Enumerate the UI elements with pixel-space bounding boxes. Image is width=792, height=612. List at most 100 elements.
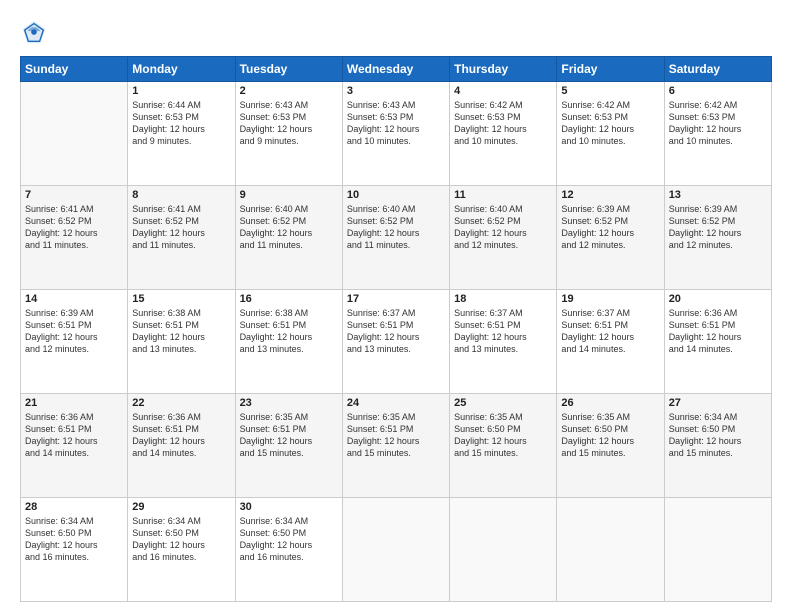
day-number: 7: [25, 189, 123, 201]
calendar-cell: [342, 498, 449, 602]
day-info: Sunrise: 6:37 AMSunset: 6:51 PMDaylight:…: [347, 307, 445, 356]
calendar-cell: 8 Sunrise: 6:41 AMSunset: 6:52 PMDaylight…: [128, 186, 235, 290]
day-header-monday: Monday: [128, 57, 235, 82]
calendar-cell: [664, 498, 771, 602]
day-info: Sunrise: 6:38 AMSunset: 6:51 PMDaylight:…: [132, 307, 230, 356]
calendar-cell: 2 Sunrise: 6:43 AMSunset: 6:53 PMDaylight…: [235, 82, 342, 186]
calendar-cell: 28 Sunrise: 6:34 AMSunset: 6:50 PMDayligh…: [21, 498, 128, 602]
calendar-cell: 24 Sunrise: 6:35 AMSunset: 6:51 PMDayligh…: [342, 394, 449, 498]
day-info: Sunrise: 6:39 AMSunset: 6:52 PMDaylight:…: [669, 203, 767, 252]
day-number: 2: [240, 85, 338, 97]
calendar-week-1: 1 Sunrise: 6:44 AMSunset: 6:53 PMDaylight…: [21, 82, 772, 186]
day-header-saturday: Saturday: [664, 57, 771, 82]
calendar-cell: 11Sunrise: 6:40 AMSunset: 6:52 PMDayligh…: [450, 186, 557, 290]
day-header-thursday: Thursday: [450, 57, 557, 82]
day-number: 30: [240, 501, 338, 513]
day-info: Sunrise: 6:35 AMSunset: 6:50 PMDaylight:…: [561, 411, 659, 460]
day-number: 26: [561, 397, 659, 409]
day-info: Sunrise: 6:42 AMSunset: 6:53 PMDaylight:…: [669, 99, 767, 148]
day-number: 12: [561, 189, 659, 201]
day-header-tuesday: Tuesday: [235, 57, 342, 82]
day-number: 18: [454, 293, 552, 305]
day-number: 13: [669, 189, 767, 201]
calendar-cell: 27Sunrise: 6:34 AMSunset: 6:50 PMDayligh…: [664, 394, 771, 498]
day-header-wednesday: Wednesday: [342, 57, 449, 82]
calendar-week-3: 14Sunrise: 6:39 AMSunset: 6:51 PMDayligh…: [21, 290, 772, 394]
day-number: 23: [240, 397, 338, 409]
calendar-cell: 18 Sunrise: 6:37 AMSunset: 6:51 PMDayligh…: [450, 290, 557, 394]
day-number: 16: [240, 293, 338, 305]
day-number: 3: [347, 85, 445, 97]
calendar-cell: 15 Sunrise: 6:38 AMSunset: 6:51 PMDayligh…: [128, 290, 235, 394]
calendar-cell: 6Sunrise: 6:42 AMSunset: 6:53 PMDaylight…: [664, 82, 771, 186]
day-number: 24: [347, 397, 445, 409]
day-info: Sunrise: 6:34 AMSunset: 6:50 PMDaylight:…: [25, 515, 123, 564]
calendar-cell: 29 Sunrise: 6:34 AMSunset: 6:50 PMDayligh…: [128, 498, 235, 602]
day-info: Sunrise: 6:37 AMSunset: 6:51 PMDaylight:…: [561, 307, 659, 356]
day-number: 28: [25, 501, 123, 513]
header: [20, 18, 772, 46]
day-info: Sunrise: 6:34 AMSunset: 6:50 PMDaylight:…: [240, 515, 338, 564]
day-info: Sunrise: 6:40 AMSunset: 6:52 PMDaylight:…: [347, 203, 445, 252]
calendar-header-row: SundayMondayTuesdayWednesdayThursdayFrid…: [21, 57, 772, 82]
day-info: Sunrise: 6:35 AMSunset: 6:51 PMDaylight:…: [240, 411, 338, 460]
calendar-week-2: 7 Sunrise: 6:41 AMSunset: 6:52 PMDaylight…: [21, 186, 772, 290]
day-info: Sunrise: 6:43 AMSunset: 6:53 PMDaylight:…: [347, 99, 445, 148]
day-number: 11: [454, 189, 552, 201]
day-info: Sunrise: 6:41 AMSunset: 6:52 PMDaylight:…: [132, 203, 230, 252]
calendar-week-5: 28 Sunrise: 6:34 AMSunset: 6:50 PMDayligh…: [21, 498, 772, 602]
calendar-cell: 7 Sunrise: 6:41 AMSunset: 6:52 PMDaylight…: [21, 186, 128, 290]
day-number: 25: [454, 397, 552, 409]
calendar: SundayMondayTuesdayWednesdayThursdayFrid…: [20, 56, 772, 602]
day-number: 1: [132, 85, 230, 97]
day-number: 4: [454, 85, 552, 97]
day-info: Sunrise: 6:34 AMSunset: 6:50 PMDaylight:…: [132, 515, 230, 564]
day-info: Sunrise: 6:36 AMSunset: 6:51 PMDaylight:…: [669, 307, 767, 356]
calendar-cell: 12 Sunrise: 6:39 AMSunset: 6:52 PMDayligh…: [557, 186, 664, 290]
day-info: Sunrise: 6:41 AMSunset: 6:52 PMDaylight:…: [25, 203, 123, 252]
calendar-cell: 25Sunrise: 6:35 AMSunset: 6:50 PMDayligh…: [450, 394, 557, 498]
day-info: Sunrise: 6:36 AMSunset: 6:51 PMDaylight:…: [25, 411, 123, 460]
logo: [20, 18, 52, 46]
day-info: Sunrise: 6:43 AMSunset: 6:53 PMDaylight:…: [240, 99, 338, 148]
day-info: Sunrise: 6:39 AMSunset: 6:51 PMDaylight:…: [25, 307, 123, 356]
calendar-cell: 4 Sunrise: 6:42 AMSunset: 6:53 PMDaylight…: [450, 82, 557, 186]
page: SundayMondayTuesdayWednesdayThursdayFrid…: [0, 0, 792, 612]
day-number: 5: [561, 85, 659, 97]
calendar-cell: [450, 498, 557, 602]
calendar-cell: 16 Sunrise: 6:38 AMSunset: 6:51 PMDayligh…: [235, 290, 342, 394]
day-number: 29: [132, 501, 230, 513]
calendar-cell: 10 Sunrise: 6:40 AMSunset: 6:52 PMDayligh…: [342, 186, 449, 290]
day-number: 17: [347, 293, 445, 305]
calendar-cell: 26 Sunrise: 6:35 AMSunset: 6:50 PMDayligh…: [557, 394, 664, 498]
day-info: Sunrise: 6:42 AMSunset: 6:53 PMDaylight:…: [561, 99, 659, 148]
day-info: Sunrise: 6:37 AMSunset: 6:51 PMDaylight:…: [454, 307, 552, 356]
day-number: 10: [347, 189, 445, 201]
calendar-cell: [557, 498, 664, 602]
calendar-week-4: 21 Sunrise: 6:36 AMSunset: 6:51 PMDayligh…: [21, 394, 772, 498]
day-number: 15: [132, 293, 230, 305]
day-info: Sunrise: 6:44 AMSunset: 6:53 PMDaylight:…: [132, 99, 230, 148]
logo-icon: [20, 18, 48, 46]
day-number: 8: [132, 189, 230, 201]
calendar-cell: 22Sunrise: 6:36 AMSunset: 6:51 PMDayligh…: [128, 394, 235, 498]
day-number: 19: [561, 293, 659, 305]
day-info: Sunrise: 6:34 AMSunset: 6:50 PMDaylight:…: [669, 411, 767, 460]
calendar-cell: 19 Sunrise: 6:37 AMSunset: 6:51 PMDayligh…: [557, 290, 664, 394]
day-info: Sunrise: 6:39 AMSunset: 6:52 PMDaylight:…: [561, 203, 659, 252]
day-info: Sunrise: 6:42 AMSunset: 6:53 PMDaylight:…: [454, 99, 552, 148]
day-number: 21: [25, 397, 123, 409]
day-info: Sunrise: 6:40 AMSunset: 6:52 PMDaylight:…: [240, 203, 338, 252]
day-number: 20: [669, 293, 767, 305]
calendar-cell: 23 Sunrise: 6:35 AMSunset: 6:51 PMDayligh…: [235, 394, 342, 498]
calendar-cell: 21 Sunrise: 6:36 AMSunset: 6:51 PMDayligh…: [21, 394, 128, 498]
day-info: Sunrise: 6:35 AMSunset: 6:51 PMDaylight:…: [347, 411, 445, 460]
day-number: 9: [240, 189, 338, 201]
calendar-cell: 20 Sunrise: 6:36 AMSunset: 6:51 PMDayligh…: [664, 290, 771, 394]
calendar-cell: 3 Sunrise: 6:43 AMSunset: 6:53 PMDaylight…: [342, 82, 449, 186]
day-header-sunday: Sunday: [21, 57, 128, 82]
day-header-friday: Friday: [557, 57, 664, 82]
day-number: 22: [132, 397, 230, 409]
calendar-cell: 1 Sunrise: 6:44 AMSunset: 6:53 PMDaylight…: [128, 82, 235, 186]
day-info: Sunrise: 6:38 AMSunset: 6:51 PMDaylight:…: [240, 307, 338, 356]
